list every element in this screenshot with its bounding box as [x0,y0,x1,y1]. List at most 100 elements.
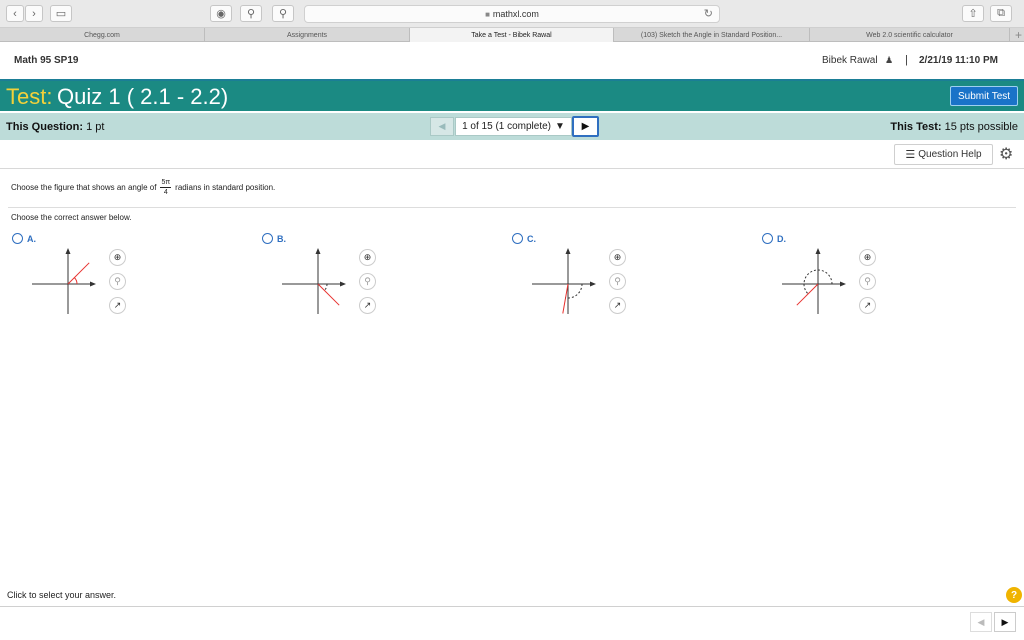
new-tab-icon[interactable]: + [1015,28,1022,42]
option-c[interactable]: C. ⊕ ⚲ ↗ [512,232,632,322]
triangle-right-icon: ▶ [581,121,590,132]
option-a[interactable]: A. ⊕ ⚲ ↗ [12,232,132,322]
zoom-out-icon[interactable]: ⚲ [859,273,876,290]
radio-a[interactable] [12,233,23,244]
submit-test-button[interactable]: Submit Test [950,86,1018,106]
zoom-in-icon[interactable]: ⊕ [109,249,126,266]
course-header: Math 95 SP19 Bibek Rawal ♟ | 2/21/19 11:… [0,42,1024,79]
popout-icon[interactable]: ↗ [609,297,626,314]
divider [0,168,1024,169]
zoom-in-icon[interactable]: ⊕ [359,249,376,266]
y-axis-arrow [315,248,321,254]
tab-assignments[interactable]: Assignments [205,28,410,42]
back-button[interactable]: ‹ [6,5,24,22]
radio-d[interactable] [762,233,773,244]
status-text: Click to select your answer. [7,590,117,600]
share-button[interactable]: ⇧ [962,5,984,22]
chevron-right-icon: › [32,7,36,20]
tab-bar: Chegg.com Assignments Take a Test - Bibe… [0,28,1024,42]
zoom-in-icon[interactable]: ⊕ [859,249,876,266]
question-prompt: Choose the figure that shows an angle of… [11,179,276,196]
magnifier-icon: ⚲ [278,8,288,20]
triangle-left-icon: ◀ [438,121,446,131]
tabs-icon: ⧉ [997,7,1005,19]
tab-sketch-angle[interactable]: (103) Sketch the Angle in Standard Posit… [614,28,810,42]
url-text: mathxl.com [492,9,539,19]
question-selector[interactable]: 1 of 15 (1 complete) ▼ [455,117,572,136]
search-button[interactable]: ⚲ [240,5,262,22]
y-axis-arrow [815,248,821,254]
x-axis-arrow [840,281,846,287]
option-letter: B. [277,234,286,244]
option-letter: C. [527,234,536,244]
option-letter: A. [27,234,36,244]
terminal-side [317,283,340,306]
gear-icon[interactable]: ⚙ [999,144,1013,164]
sidebar-icon: ▭ [55,8,67,20]
zoom-out-icon[interactable]: ⚲ [359,273,376,290]
sidebar-button[interactable]: ▭ [50,5,72,22]
help-icon[interactable]: ? [1006,587,1022,603]
popout-icon[interactable]: ↗ [359,297,376,314]
popout-icon[interactable]: ↗ [859,297,876,314]
browser-toolbar: ‹ › ▭ ◉ ⚲ ⚲ ■ mathxl.com ↻ ⇧ ⧉ [0,0,1024,28]
angle-arc [324,283,328,291]
search-icon: ⚲ [246,8,256,20]
tab-calculator[interactable]: Web 2.0 scientific calculator [810,28,1010,42]
separator: | [905,54,908,66]
y-axis-arrow [565,248,571,254]
y-axis-arrow [65,248,71,254]
forward-button[interactable]: › [25,5,43,22]
find-button[interactable]: ⚲ [272,5,294,22]
x-axis-arrow [90,281,96,287]
terminal-side [796,283,819,306]
angle-figure-d[interactable] [780,246,850,316]
tab-chegg[interactable]: Chegg.com [0,28,205,42]
option-d[interactable]: D. ⊕ ⚲ ↗ [762,232,882,322]
zoom-out-icon[interactable]: ⚲ [109,273,126,290]
footer-previous-button[interactable]: ◀ [970,612,992,632]
x-axis-arrow [340,281,346,287]
user-icon: ♟ [885,55,894,65]
course-title: Math 95 SP19 [14,55,79,66]
quiz-title: Quiz 1 ( 2.1 - 2.2) [57,84,229,109]
extension-icon: ◉ [216,8,226,20]
address-bar[interactable]: ■ mathxl.com ↻ [304,5,720,23]
triangle-left-icon: ◀ [977,616,985,627]
test-label: Test: [6,84,53,109]
zoom-out-icon[interactable]: ⚲ [609,273,626,290]
question-bar: This Question: 1 pt ◀ 1 of 15 (1 complet… [0,113,1024,140]
instruction-text: Choose the correct answer below. [11,213,132,222]
angle-figure-c[interactable] [530,246,600,316]
option-b[interactable]: B. ⊕ ⚲ ↗ [262,232,382,322]
divider [0,606,1024,607]
user-name[interactable]: Bibek Rawal [822,55,878,66]
angle-figure-a[interactable] [30,246,100,316]
date-time: 2/21/19 11:10 PM [919,55,998,66]
angle-figure-b[interactable] [280,246,350,316]
test-title-bar: Test: Quiz 1 ( 2.1 - 2.2) Submit Test [0,79,1024,111]
option-letter: D. [777,234,786,244]
terminal-side [67,262,90,285]
x-axis-arrow [590,281,596,287]
share-icon: ⇧ [968,8,978,20]
radio-b[interactable] [262,233,273,244]
question-help-button[interactable]: ☰ Question Help [894,144,993,165]
popout-icon[interactable]: ↗ [109,297,126,314]
reload-icon[interactable]: ↻ [704,7,713,20]
footer-next-button[interactable]: ▶ [994,612,1016,632]
tab-take-test[interactable]: Take a Test - Bibek Rawal [410,28,614,42]
triangle-down-icon: ▼ [555,121,565,132]
tabs-overview-button[interactable]: ⧉ [990,5,1012,22]
this-test: This Test: 15 pts possible [890,121,1018,133]
radio-c[interactable] [512,233,523,244]
terminal-side [562,283,569,314]
chevron-left-icon: ‹ [13,7,17,20]
zoom-in-icon[interactable]: ⊕ [609,249,626,266]
previous-question-button[interactable]: ◀ [430,117,454,136]
this-question: This Question: 1 pt [6,121,105,133]
angle-arc [74,277,78,285]
extension-button[interactable]: ◉ [210,5,232,22]
next-question-button[interactable]: ▶ [572,116,599,137]
lock-icon: ■ [485,9,490,19]
